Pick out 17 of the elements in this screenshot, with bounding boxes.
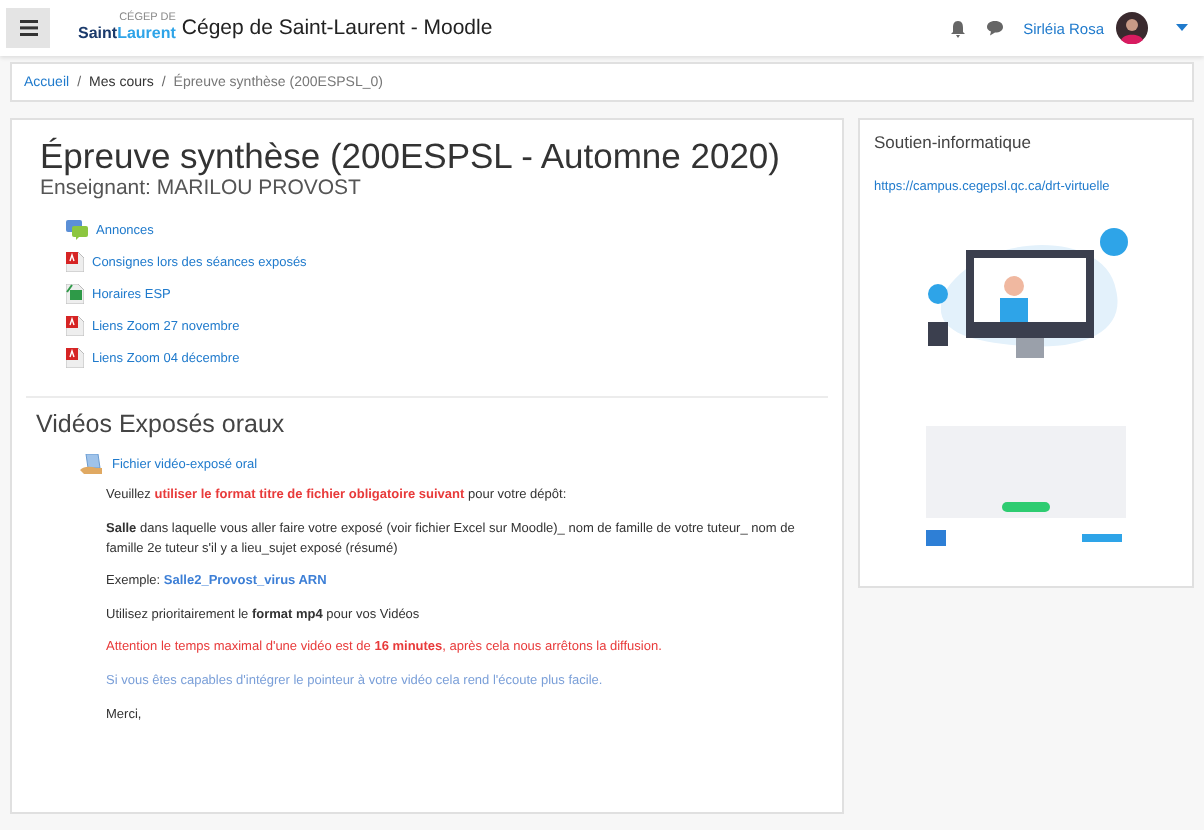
chat-icon[interactable]: [985, 20, 1004, 36]
menu-button[interactable]: [6, 8, 50, 48]
teacher-name: Enseignant: MARILOU PROVOST: [40, 176, 363, 201]
pdf-file-icon: [66, 252, 84, 273]
bell-icon[interactable]: [949, 19, 966, 37]
site-name[interactable]: Cégep de Saint-Laurent - Moodle: [181, 16, 493, 40]
speech-bubbles-icon: [66, 220, 88, 241]
pdf-file-icon: [66, 316, 84, 337]
caret-icon[interactable]: [1176, 24, 1188, 32]
section-title: Vidéos Exposés oraux: [36, 410, 287, 439]
course-title: Épreuve synthèse (200ESPSL - Automne 2020): [40, 136, 782, 177]
document-hand-icon: [80, 453, 104, 476]
block-title: Soutien-informatique: [874, 132, 1033, 152]
pdf-file-icon: [66, 348, 84, 369]
menu-icon: [19, 20, 37, 36]
spreadsheet-file-icon: [66, 284, 84, 305]
avatar-icon[interactable]: [1116, 12, 1148, 44]
